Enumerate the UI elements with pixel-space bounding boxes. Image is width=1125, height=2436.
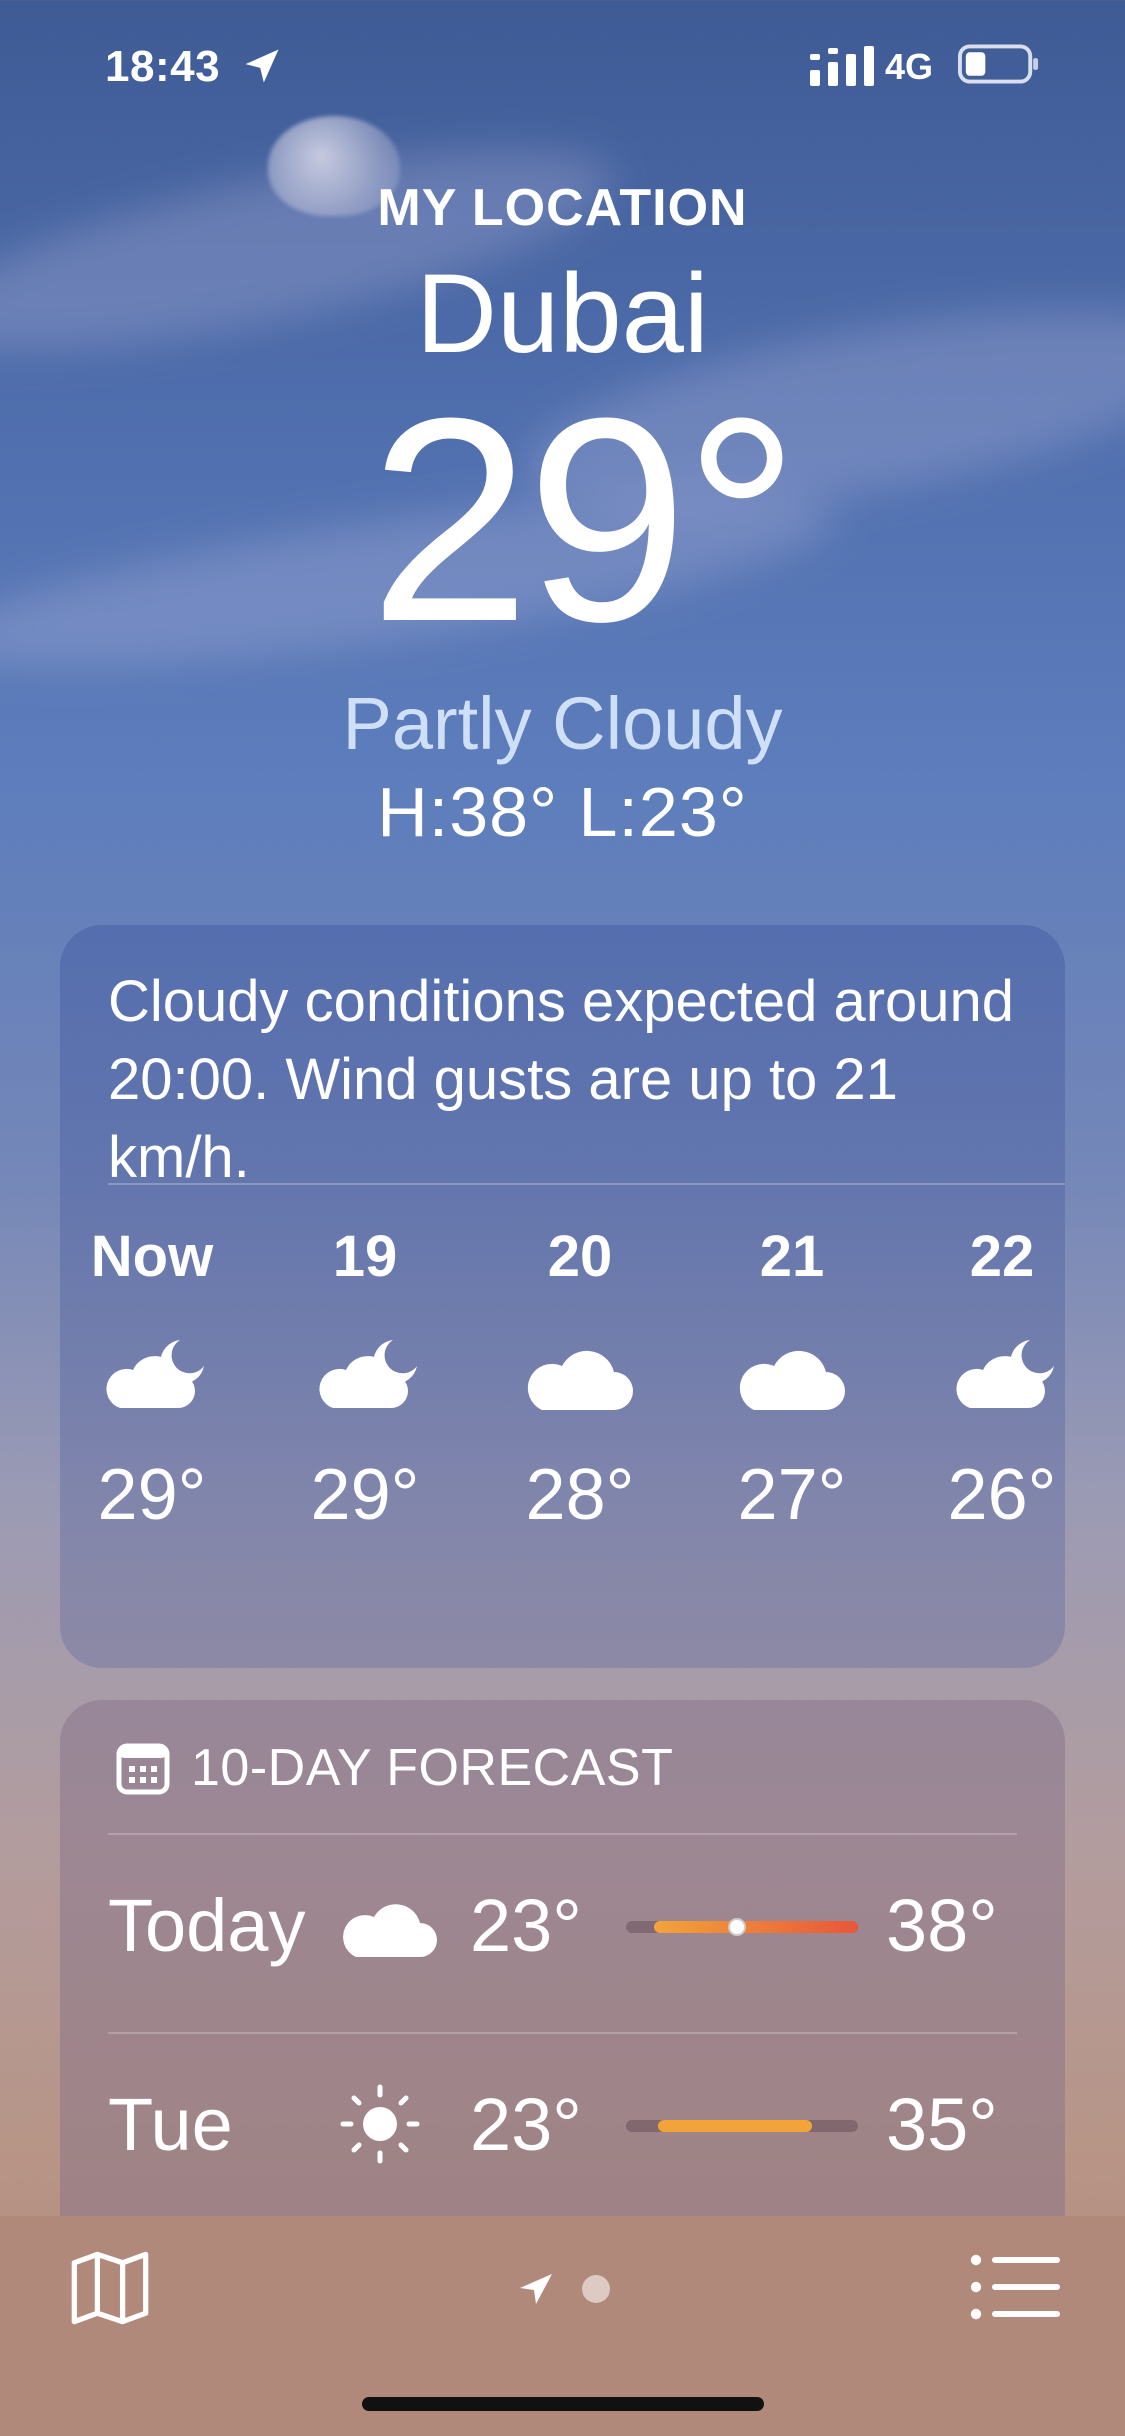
hour-item: 19 29° [285,1185,445,1536]
hour-item: 20 28° [500,1185,660,1536]
current-weather-header: MY LOCATION Dubai 29° Partly Cloudy H:38… [0,170,1125,852]
my-location-label: MY LOCATION [377,179,748,237]
hour-temperature: 26° [947,1455,1057,1535]
cloud-icon [343,1904,437,1957]
current-temperature: 29° [369,358,800,683]
ten-day-forecast-header: 10-DAY FORECAST [115,1738,673,1798]
cloud-icon [739,1350,845,1410]
day-low-temperature: 23° [470,2083,582,2166]
cloud-icon [527,1350,633,1410]
current-temperature-marker [728,1918,747,1936]
forecast-day-row[interactable]: Today 23° 38° [60,1835,1065,2015]
hour-label: 22 [969,1224,1035,1289]
high-low-temperature: H:38° L:23° [377,773,748,852]
current-condition: Partly Cloudy [342,682,783,766]
temperature-range-bar [626,2120,858,2132]
status-time: 18:43 [105,42,221,91]
page-indicator[interactable] [510,2264,620,2314]
temperature-range-fill [658,2120,812,2132]
temperature-range-bar [626,1918,858,1936]
temperature-range-fill [653,1921,858,1933]
day-name: Tue [108,2083,233,2166]
city-name: Dubai [416,251,709,376]
cellular-signal-icon [810,46,874,86]
hour-temperature: 27° [737,1455,847,1535]
day-low-temperature: 23° [470,1884,582,1967]
partly-cloudy-night-icon [106,1340,204,1408]
network-type: 4G [885,46,934,87]
battery-icon [958,44,1039,84]
hour-temperature: 29° [97,1455,207,1535]
sun-icon [340,2084,420,2164]
forecast-day-row[interactable]: Tue 23° 35° [60,2034,1065,2214]
hour-temperature: 29° [310,1455,420,1535]
hourly-forecast-list[interactable]: Now 29° 19 29° 20 28° 21 27° 22 26° [60,1185,1065,1665]
hour-item: 22 26° [922,1185,1065,1536]
hour-label: Now [90,1224,214,1289]
map-icon[interactable] [68,2246,152,2330]
calendar-icon [116,1743,170,1795]
ten-day-forecast-title: 10-DAY FORECAST [191,1739,674,1797]
day-high-temperature: 38° [886,1884,998,1967]
location-arrow-icon [520,2274,552,2304]
hour-item: Now 29° [72,1185,232,1536]
status-bar: 18:43 4G [0,0,1125,130]
hour-temperature: 28° [525,1455,635,1535]
partly-cloudy-night-icon [956,1340,1054,1408]
hour-item: 21 27° [712,1185,872,1536]
hourly-forecast-card[interactable]: Cloudy conditions expected around 20:00.… [60,925,1065,1668]
weather-summary-text: Cloudy conditions expected around 20:00.… [108,969,1015,1190]
hour-label: 19 [332,1224,398,1289]
home-indicator [362,2397,764,2411]
day-high-temperature: 35° [886,2083,998,2166]
hour-label: 20 [547,1224,613,1289]
location-arrow-icon [245,49,279,83]
list-icon[interactable] [970,2254,1060,2320]
hour-label: 21 [759,1224,825,1289]
day-name: Today [108,1884,306,1967]
ten-day-forecast-card[interactable]: 10-DAY FORECAST Today 23° 38° Tue 23° 35… [60,1700,1065,2260]
partly-cloudy-night-icon [319,1340,417,1408]
